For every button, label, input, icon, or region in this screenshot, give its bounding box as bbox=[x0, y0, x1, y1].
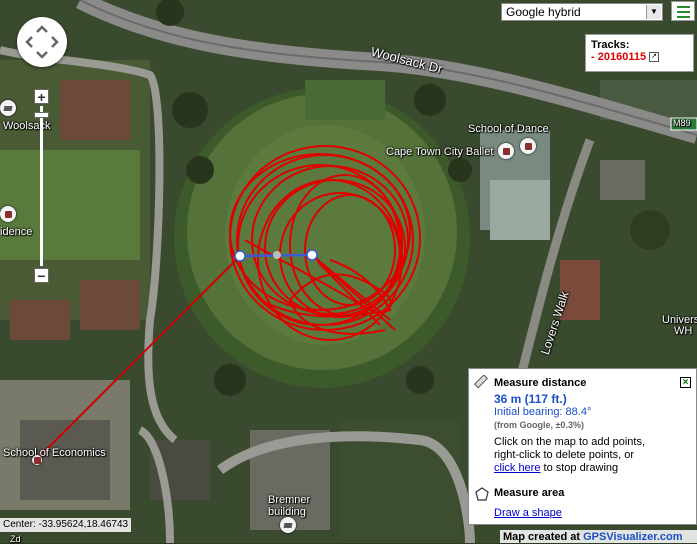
place-label-bremner: Bremner bbox=[268, 494, 311, 506]
poi-ballet-icon[interactable] bbox=[498, 143, 514, 159]
measure-source: (from Google, ±0.3%) bbox=[494, 420, 584, 430]
measure-point-mid bbox=[273, 251, 281, 259]
place-label-woolsack: Woolsack bbox=[3, 120, 51, 132]
track-name[interactable]: 20160115 bbox=[598, 51, 646, 63]
draw-shape-link[interactable]: Draw a shape bbox=[494, 507, 562, 519]
place-label-school-of-economics: School of Economics bbox=[3, 447, 106, 459]
place-label-university-2: WH bbox=[674, 325, 693, 337]
map-credit: Map created at GPSVisualizer.com bbox=[500, 530, 697, 543]
ruler-icon bbox=[474, 375, 488, 389]
zoom-slider-track[interactable] bbox=[40, 106, 43, 266]
track-bullet: - bbox=[591, 51, 598, 63]
measure-point-end bbox=[306, 249, 318, 261]
chevron-down-icon: ▼ bbox=[646, 5, 661, 19]
poi-school-icon[interactable] bbox=[0, 100, 16, 116]
measure-instructions: Click on the map to add points, right-cl… bbox=[494, 436, 645, 475]
instruction-line-3: to stop drawing bbox=[540, 462, 619, 474]
poi-dance-icon[interactable] bbox=[520, 138, 536, 154]
center-coordinates: Center: -33.95624,18.46743 bbox=[0, 518, 132, 532]
zoom-slider-thumb[interactable] bbox=[34, 112, 49, 118]
pan-control[interactable] bbox=[17, 17, 67, 67]
tracks-heading: Tracks: bbox=[591, 39, 630, 51]
place-label-cape-town-city-ballet: Cape Town City Ballet bbox=[386, 146, 494, 158]
external-link-icon[interactable]: ↗ bbox=[649, 52, 660, 63]
measure-area-title: Measure area bbox=[494, 487, 565, 499]
measure-panel: Measure distance × 36 m (117 ft.) Initia… bbox=[468, 368, 697, 525]
instruction-line-2: right-click to delete points, or bbox=[494, 449, 635, 461]
poi-economics-icon[interactable] bbox=[32, 455, 42, 465]
route-shield-m89: M89 bbox=[673, 118, 691, 128]
poi-bremner-school-icon[interactable] bbox=[280, 517, 296, 533]
measure-distance-title: Measure distance bbox=[494, 377, 587, 389]
pan-arrows-icon bbox=[25, 25, 59, 59]
credit-prefix: Map created at bbox=[503, 531, 584, 543]
stop-drawing-link[interactable]: click here bbox=[494, 462, 540, 474]
measure-bearing: Initial bearing: 88.4° bbox=[494, 406, 592, 418]
map-type-value: Google hybrid bbox=[506, 5, 581, 19]
menu-button[interactable] bbox=[671, 1, 695, 21]
measure-distance-value: 36 m (117 ft.) bbox=[494, 392, 567, 406]
zoom-out-button[interactable]: − bbox=[34, 268, 49, 283]
tracks-legend: Tracks: - 20160115 ↗ bbox=[585, 34, 694, 72]
measure-point-start bbox=[234, 250, 246, 262]
poi-residence-icon[interactable] bbox=[0, 206, 16, 222]
zoom-in-button[interactable]: + bbox=[34, 89, 49, 104]
credit-link[interactable]: GPSVisualizer.com bbox=[583, 531, 682, 543]
close-icon[interactable]: × bbox=[680, 377, 691, 388]
pentagon-icon bbox=[475, 487, 489, 501]
instruction-line-1: Click on the map to add points, bbox=[494, 436, 646, 448]
place-label-residence: idence bbox=[0, 226, 33, 238]
hamburger-icon bbox=[677, 6, 690, 8]
map-type-select[interactable]: Google hybrid ▼ bbox=[501, 3, 663, 21]
place-label-school-of-dance: School of Dance bbox=[468, 123, 549, 135]
